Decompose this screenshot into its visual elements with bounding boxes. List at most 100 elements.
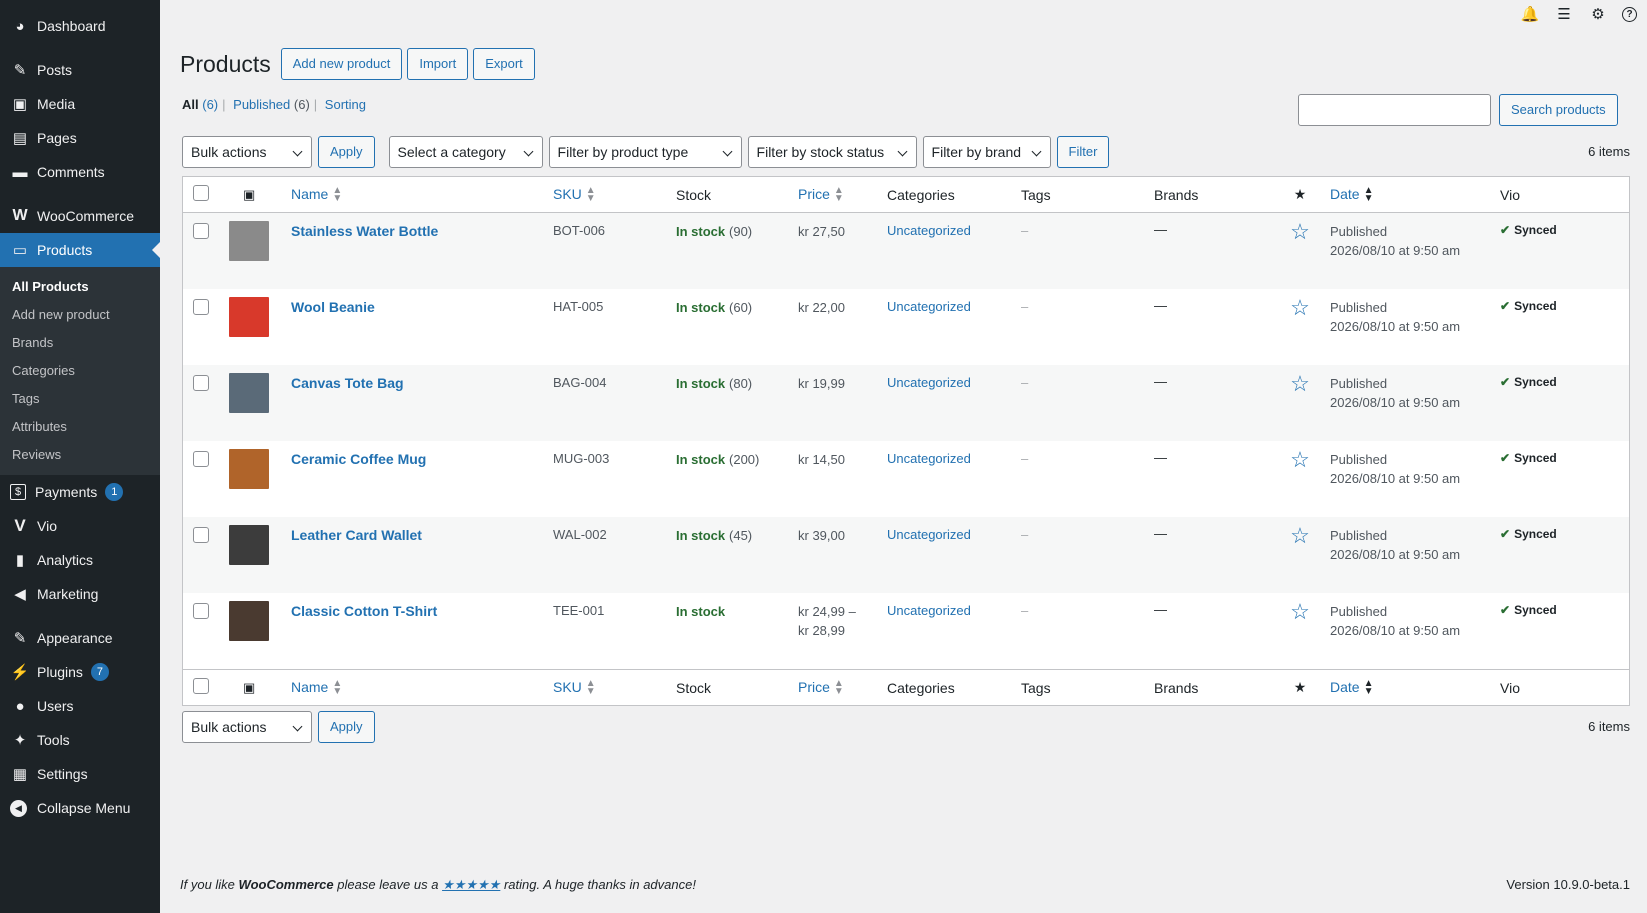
featured-star-icon: ★ [1293, 186, 1307, 202]
product-name-link[interactable]: Leather Card Wallet [291, 527, 553, 543]
row-checkbox[interactable] [193, 223, 209, 239]
product-name-link[interactable]: Wool Beanie [291, 299, 553, 315]
sort-price-footer[interactable]: Price ▲ ▼ [798, 679, 844, 697]
add-new-product-button[interactable]: Add new product [280, 48, 403, 80]
submenu-reviews[interactable]: Reviews [0, 441, 160, 469]
menu-label: WooCommerce [37, 208, 134, 224]
sort-price[interactable]: Price ▲ ▼ [798, 186, 844, 204]
submenu-attributes[interactable]: Attributes [0, 413, 160, 441]
date-value: 2026/08/10 at 9:50 am [1330, 471, 1461, 486]
menu-comments[interactable]: ▬ Comments [0, 155, 160, 189]
category-link[interactable]: Uncategorized [887, 223, 1021, 238]
check-icon: ✔ [1500, 375, 1511, 389]
menu-payments[interactable]: $ Payments 1 [0, 475, 160, 509]
featured-toggle-star-icon[interactable]: ☆ [1290, 371, 1310, 396]
gear-icon[interactable]: ⚙ [1588, 4, 1608, 24]
category-link[interactable]: Uncategorized [887, 375, 1021, 390]
menu-media[interactable]: ▣ Media [0, 87, 160, 121]
featured-toggle-star-icon[interactable]: ☆ [1290, 219, 1310, 244]
row-checkbox[interactable] [193, 375, 209, 391]
help-icon[interactable]: ? [1622, 6, 1637, 22]
sort-date[interactable]: Date ▲ ▼ [1330, 186, 1373, 204]
product-name-link[interactable]: Classic Cotton T-Shirt [291, 603, 553, 619]
sort-sku[interactable]: SKU ▲ ▼ [553, 186, 596, 204]
product-thumbnail[interactable] [229, 525, 269, 565]
sort-name-footer[interactable]: Name ▲ ▼ [291, 678, 343, 698]
import-button[interactable]: Import [407, 48, 469, 80]
category-filter-select[interactable]: Select a category [388, 136, 543, 168]
stock-status: In stock [676, 452, 726, 467]
comment-icon: ▬ [12, 163, 28, 181]
bulk-actions-select[interactable]: Bulk actions [182, 136, 312, 168]
menu-appearance[interactable]: ✎ Appearance [0, 621, 160, 655]
product-name-link[interactable]: Ceramic Coffee Mug [291, 451, 553, 467]
select-all-checkbox[interactable] [193, 185, 209, 201]
search-products-button[interactable]: Search products [1499, 94, 1618, 126]
view-published[interactable]: Published [233, 97, 290, 112]
row-checkbox[interactable] [193, 603, 209, 619]
search-input[interactable] [1298, 94, 1491, 126]
filter-button[interactable]: Filter [1056, 136, 1110, 168]
menu-tools[interactable]: ✦ Tools [0, 723, 160, 757]
menu-analytics[interactable]: ▮ Analytics [0, 543, 160, 577]
menu-settings[interactable]: ▦ Settings [0, 757, 160, 791]
product-name-link[interactable]: Stainless Water Bottle [291, 223, 553, 239]
featured-toggle-star-icon[interactable]: ☆ [1290, 295, 1310, 320]
product-thumbnail[interactable] [229, 373, 269, 413]
sort-date-footer[interactable]: Date ▲ ▼ [1330, 679, 1373, 697]
menu-woocommerce[interactable]: W WooCommerce [0, 199, 160, 233]
menu-pages[interactable]: ▤ Pages [0, 121, 160, 155]
menu-label: Media [37, 96, 76, 112]
view-sorting[interactable]: Sorting [325, 97, 366, 112]
list-icon[interactable]: ☰ [1554, 4, 1574, 24]
sort-sku-footer[interactable]: SKU ▲ ▼ [553, 679, 596, 697]
stock-status-filter-select[interactable]: Filter by stock status [747, 136, 917, 168]
submenu-add-new-product[interactable]: Add new product [0, 301, 160, 329]
export-button[interactable]: Export [473, 48, 535, 80]
category-link[interactable]: Uncategorized [887, 603, 1021, 618]
submenu-all-products[interactable]: All Products [0, 273, 160, 301]
select-all-checkbox-footer[interactable] [193, 678, 209, 694]
menu-posts[interactable]: ✎ Posts [0, 53, 160, 87]
product-thumbnail[interactable] [229, 221, 269, 261]
product-name-link[interactable]: Canvas Tote Bag [291, 375, 553, 391]
view-all[interactable]: All (6) [182, 97, 218, 112]
row-checkbox[interactable] [193, 299, 209, 315]
row-checkbox[interactable] [193, 527, 209, 543]
menu-marketing[interactable]: ◀ Marketing [0, 577, 160, 611]
date-value: 2026/08/10 at 9:50 am [1330, 319, 1461, 334]
category-link[interactable]: Uncategorized [887, 527, 1021, 542]
featured-toggle-star-icon[interactable]: ☆ [1290, 447, 1310, 472]
view-filters: All (6) | Published (6) | Sorting [182, 97, 366, 112]
menu-dashboard[interactable]: ◕ Dashboard [0, 9, 160, 43]
category-link[interactable]: Uncategorized [887, 451, 1021, 466]
menu-vio[interactable]: V Vio [0, 509, 160, 543]
rating-stars-link[interactable]: ★★★★★ [442, 877, 500, 892]
featured-toggle-star-icon[interactable]: ☆ [1290, 599, 1310, 624]
product-thumbnail[interactable] [229, 601, 269, 641]
product-sku: WAL-002 [553, 527, 607, 542]
featured-toggle-star-icon[interactable]: ☆ [1290, 523, 1310, 548]
check-icon: ✔ [1500, 451, 1511, 465]
product-price: kr 19,99 [798, 376, 845, 391]
submenu-categories[interactable]: Categories [0, 357, 160, 385]
menu-plugins[interactable]: ⚡ Plugins 7 [0, 655, 160, 689]
product-thumbnail[interactable] [229, 449, 269, 489]
row-checkbox[interactable] [193, 451, 209, 467]
notification-icon[interactable]: 🔔 [1520, 4, 1540, 24]
sort-name[interactable]: Name ▲ ▼ [291, 186, 342, 204]
category-link[interactable]: Uncategorized [887, 299, 1021, 314]
apply-button[interactable]: Apply [318, 136, 375, 168]
col-brands: Brands [1154, 186, 1199, 203]
product-thumbnail[interactable] [229, 297, 269, 337]
submenu-tags[interactable]: Tags [0, 385, 160, 413]
brand-filter-select[interactable]: Filter by brand [922, 136, 1051, 168]
submenu-brands[interactable]: Brands [0, 329, 160, 357]
sort-icon: ▲ ▼ [332, 678, 343, 698]
bulk-actions-select-bottom[interactable]: Bulk actions [182, 711, 312, 743]
apply-button-bottom[interactable]: Apply [318, 711, 375, 743]
collapse-menu-button[interactable]: ◀ Collapse Menu [0, 791, 160, 825]
menu-users[interactable]: ● Users [0, 689, 160, 723]
product-type-filter-select[interactable]: Filter by product type [548, 136, 742, 168]
menu-products[interactable]: ▭ Products [0, 233, 160, 267]
